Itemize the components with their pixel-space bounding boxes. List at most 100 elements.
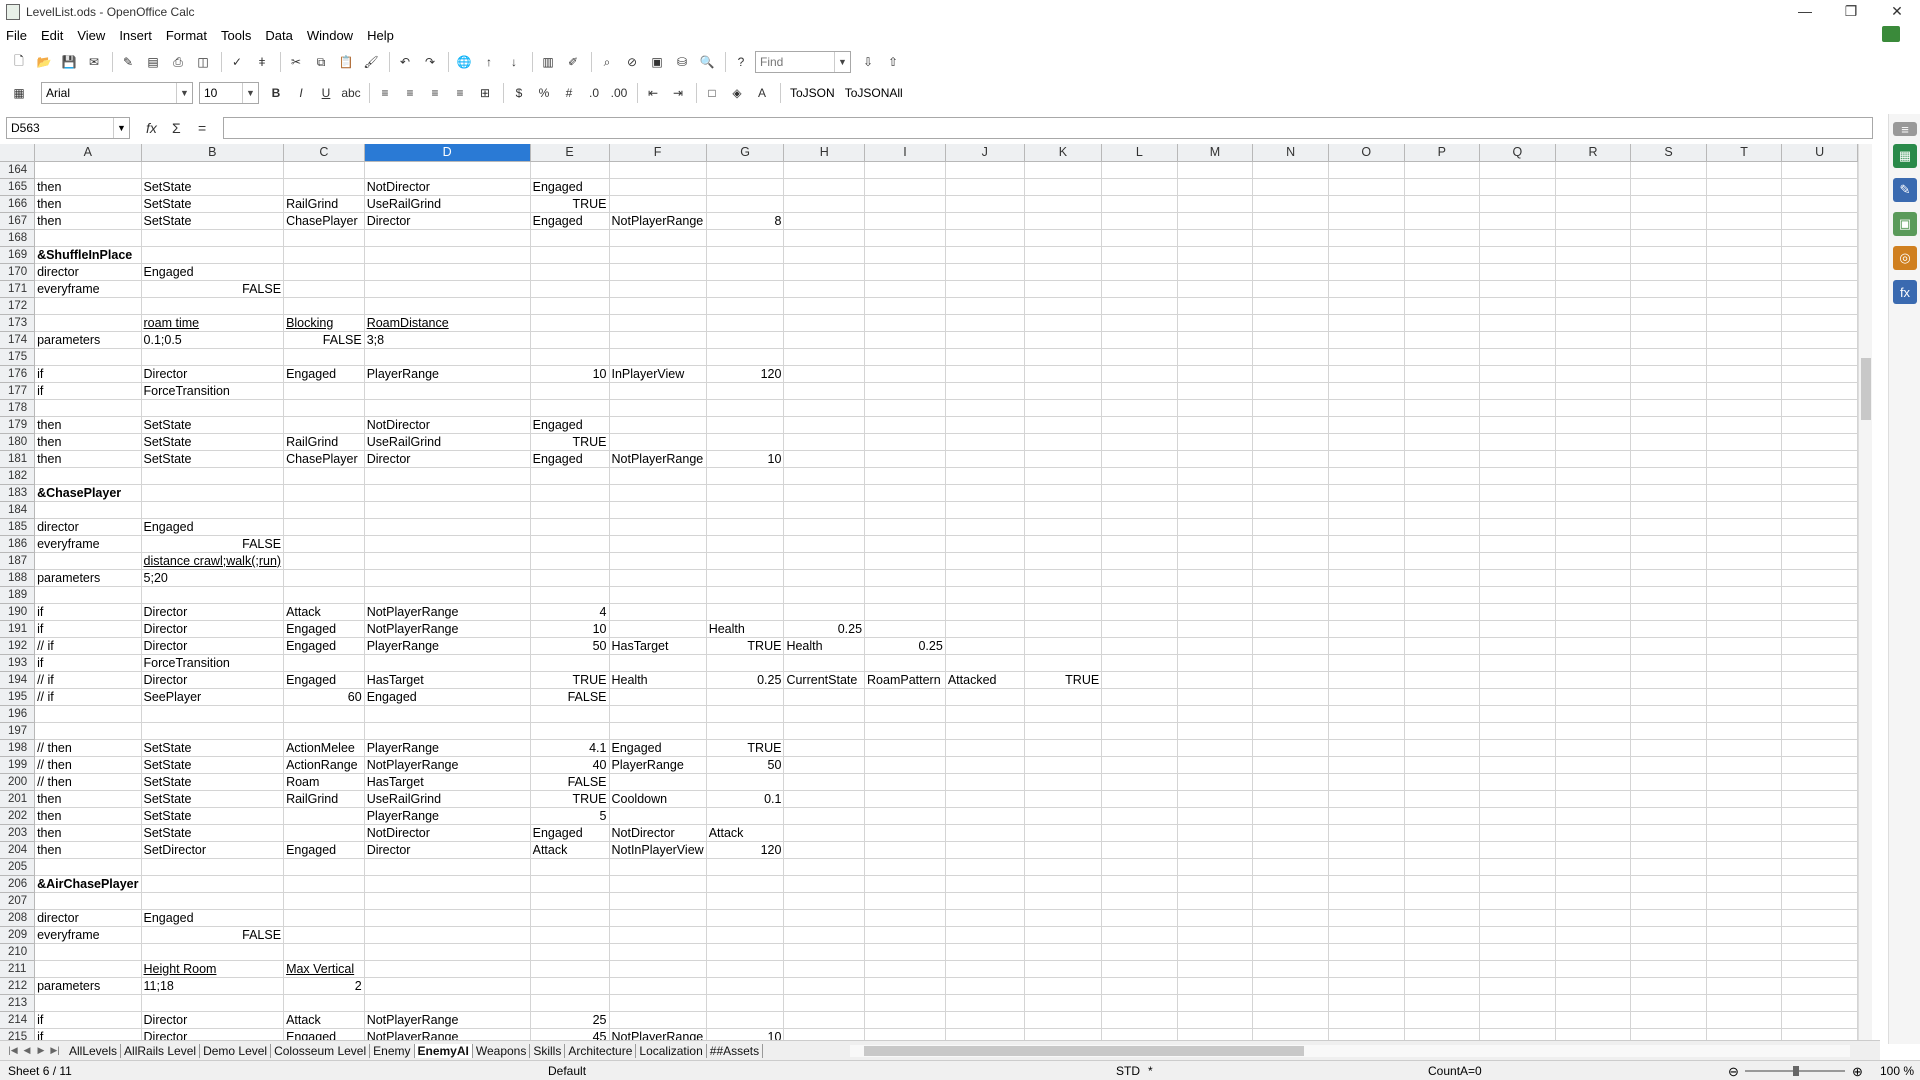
cell[interactable] — [1404, 841, 1481, 859]
cell[interactable] — [1328, 603, 1405, 621]
minimize-button[interactable]: — — [1782, 0, 1828, 22]
cell[interactable] — [706, 399, 785, 417]
bold-icon[interactable]: B — [265, 82, 287, 104]
row-header[interactable]: 205 — [0, 858, 36, 876]
cell[interactable] — [1177, 263, 1254, 281]
cell[interactable] — [609, 195, 707, 213]
cell[interactable] — [864, 195, 946, 213]
cell[interactable] — [783, 790, 866, 808]
cell[interactable] — [1101, 671, 1178, 689]
cell[interactable] — [1781, 790, 1858, 808]
cell[interactable]: PlayerRange — [364, 637, 531, 655]
cell[interactable] — [1479, 756, 1556, 774]
cell[interactable] — [364, 280, 531, 298]
cell[interactable] — [1177, 501, 1254, 519]
cell[interactable]: if — [34, 620, 142, 638]
cell[interactable]: director — [34, 263, 142, 281]
cell[interactable]: // if — [34, 637, 142, 655]
cell[interactable] — [1479, 178, 1556, 196]
cell[interactable] — [1101, 739, 1178, 757]
cell[interactable] — [1781, 926, 1858, 944]
cell[interactable] — [1630, 467, 1707, 485]
cell[interactable]: Engaged — [609, 739, 707, 757]
cell[interactable]: Engaged — [530, 178, 610, 196]
cell[interactable] — [1024, 637, 1103, 655]
cell[interactable] — [1479, 688, 1556, 706]
cell[interactable] — [1404, 280, 1481, 298]
cell[interactable] — [945, 943, 1025, 961]
cell[interactable] — [706, 280, 785, 298]
cell[interactable] — [530, 535, 610, 553]
cell[interactable]: SetState — [141, 807, 285, 825]
cell[interactable] — [706, 467, 785, 485]
cell[interactable] — [1630, 858, 1707, 876]
cell[interactable]: Director — [141, 365, 285, 383]
cell[interactable]: Attack — [283, 1011, 365, 1029]
cell[interactable] — [1252, 365, 1329, 383]
cell[interactable] — [530, 229, 610, 247]
cell[interactable] — [1328, 1028, 1405, 1040]
cell[interactable] — [864, 399, 946, 417]
cell[interactable] — [34, 858, 142, 876]
cell[interactable] — [364, 909, 531, 927]
cell[interactable] — [283, 705, 365, 723]
cell[interactable]: distance crawl;walk(;run) — [141, 552, 285, 570]
cell[interactable] — [1328, 654, 1405, 672]
row-header[interactable]: 190 — [0, 603, 36, 621]
cell[interactable] — [1252, 943, 1329, 961]
cell[interactable]: 2 — [283, 977, 365, 995]
cell[interactable]: TRUE — [1024, 671, 1103, 689]
cell[interactable] — [1177, 382, 1254, 400]
cell[interactable] — [1328, 280, 1405, 298]
cell[interactable]: Engaged — [364, 688, 531, 706]
chevron-down-icon[interactable]: ▼ — [176, 83, 192, 103]
cell[interactable] — [609, 654, 707, 672]
cell[interactable] — [864, 790, 946, 808]
cell[interactable] — [1177, 297, 1254, 315]
cell[interactable] — [864, 450, 946, 468]
cell[interactable] — [783, 331, 866, 349]
cell[interactable] — [1101, 620, 1178, 638]
cell[interactable] — [1706, 467, 1783, 485]
cell[interactable] — [609, 178, 707, 196]
cell[interactable] — [1479, 875, 1556, 893]
cell[interactable] — [283, 875, 365, 893]
row-header[interactable]: 209 — [0, 926, 36, 944]
cell[interactable] — [530, 858, 610, 876]
cell[interactable]: SetState — [141, 212, 285, 230]
cell[interactable]: then — [34, 790, 142, 808]
cell[interactable] — [1555, 824, 1632, 842]
cell[interactable] — [1555, 382, 1632, 400]
cell[interactable] — [141, 892, 285, 910]
cell[interactable] — [1328, 858, 1405, 876]
cell[interactable] — [1630, 518, 1707, 536]
cell[interactable] — [864, 161, 946, 179]
cell[interactable] — [1479, 773, 1556, 791]
row-header[interactable]: 180 — [0, 433, 36, 451]
cell[interactable]: Engaged — [530, 416, 610, 434]
cell[interactable] — [364, 467, 531, 485]
cell[interactable] — [1177, 705, 1254, 723]
cell[interactable]: Director — [141, 620, 285, 638]
close-button[interactable]: ✕ — [1874, 0, 1920, 22]
cell[interactable] — [783, 654, 866, 672]
cell[interactable] — [1101, 637, 1178, 655]
cell[interactable] — [1404, 790, 1481, 808]
cell[interactable] — [364, 892, 531, 910]
cell[interactable] — [945, 977, 1025, 995]
cell[interactable] — [945, 195, 1025, 213]
cell[interactable] — [706, 654, 785, 672]
cell[interactable] — [706, 178, 785, 196]
cell[interactable] — [864, 926, 946, 944]
cell[interactable] — [364, 569, 531, 587]
cell[interactable] — [864, 382, 946, 400]
cell[interactable]: if — [34, 1028, 142, 1040]
cell[interactable] — [609, 297, 707, 315]
justify-icon[interactable]: ≡ — [449, 82, 471, 104]
cell[interactable] — [1479, 569, 1556, 587]
cell[interactable] — [864, 178, 946, 196]
cell[interactable] — [1706, 348, 1783, 366]
cell[interactable] — [945, 552, 1025, 570]
cell[interactable] — [1781, 518, 1858, 536]
column-header-e[interactable]: E — [530, 144, 610, 162]
